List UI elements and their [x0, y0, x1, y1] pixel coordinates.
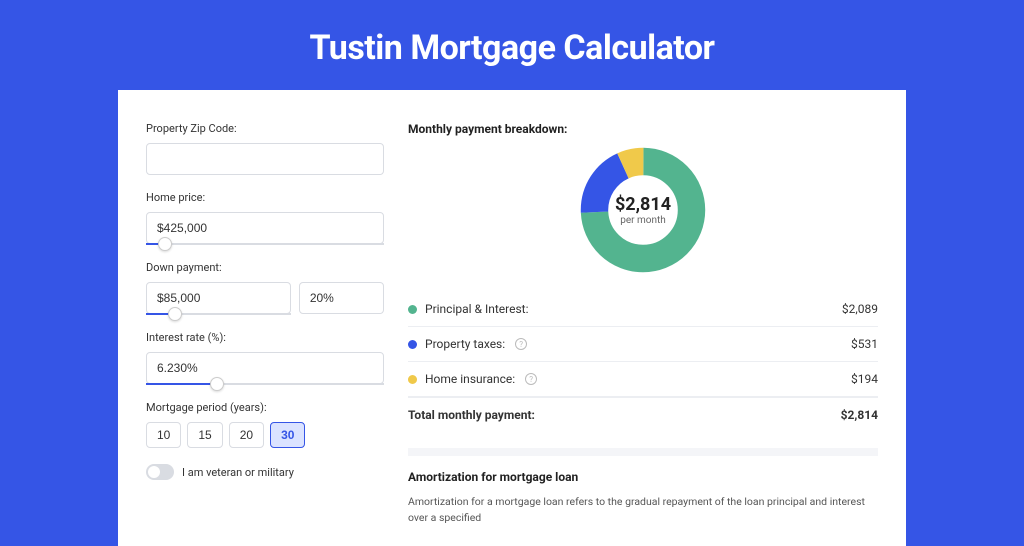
rate-field-group: Interest rate (%):: [146, 331, 384, 385]
zip-label: Property Zip Code:: [146, 122, 384, 135]
rate-slider[interactable]: [146, 383, 384, 385]
total-row: Total monthly payment: $2,814: [408, 397, 878, 432]
rate-slider-thumb[interactable]: [210, 377, 224, 391]
down-slider[interactable]: [146, 313, 291, 315]
amortization-section: Amortization for mortgage loan Amortizat…: [408, 448, 878, 526]
veteran-label: I am veteran or military: [182, 466, 294, 479]
down-pct-input[interactable]: [299, 282, 384, 314]
veteran-row: I am veteran or military: [146, 464, 384, 480]
zip-field-group: Property Zip Code:: [146, 122, 384, 175]
total-value: $2,814: [841, 408, 878, 422]
donut-amount: $2,814: [615, 194, 671, 215]
down-amount-input[interactable]: [146, 282, 291, 314]
period-option-10[interactable]: 10: [146, 422, 181, 448]
price-slider-thumb[interactable]: [158, 237, 172, 251]
amortization-heading: Amortization for mortgage loan: [408, 470, 878, 484]
period-option-20[interactable]: 20: [229, 422, 264, 448]
price-input[interactable]: [146, 212, 384, 244]
veteran-toggle[interactable]: [146, 464, 174, 480]
down-field-group: Down payment:: [146, 261, 384, 315]
period-option-30[interactable]: 30: [270, 422, 305, 448]
breakdown-column: Monthly payment breakdown: $2,814 per mo…: [408, 122, 878, 526]
period-options: 1015 2030: [146, 422, 384, 448]
price-slider[interactable]: [146, 243, 384, 245]
legend-value: $531: [851, 337, 878, 351]
legend-label: Principal & Interest:: [425, 302, 529, 316]
period-field-group: Mortgage period (years): 1015 2030: [146, 401, 384, 448]
page-title: Tustin Mortgage Calculator: [0, 0, 1024, 90]
donut-chart: $2,814 per month: [579, 146, 707, 274]
donut-center: $2,814 per month: [579, 146, 707, 274]
price-label: Home price:: [146, 191, 384, 204]
zip-input[interactable]: [146, 143, 384, 175]
legend-dot: [408, 375, 417, 384]
amortization-text: Amortization for a mortgage loan refers …: [408, 494, 878, 526]
breakdown-heading: Monthly payment breakdown:: [408, 122, 878, 136]
calculator-panel-outer: Property Zip Code: Home price: Down paym…: [118, 90, 906, 546]
legend-label: Property taxes:: [425, 337, 505, 351]
breakdown-legend: Principal & Interest: $2,089 Property taxe…: [408, 292, 878, 397]
legend-dot: [408, 340, 417, 349]
donut-chart-wrap: $2,814 per month: [408, 146, 878, 274]
legend-label: Home insurance:: [425, 372, 515, 386]
inputs-column: Property Zip Code: Home price: Down paym…: [146, 122, 384, 526]
legend-row: Home insurance:? $194: [408, 362, 878, 397]
donut-sub: per month: [620, 215, 666, 226]
period-option-15[interactable]: 15: [187, 422, 222, 448]
period-label: Mortgage period (years):: [146, 401, 384, 414]
legend-value: $2,089: [842, 302, 878, 316]
help-icon[interactable]: ?: [515, 338, 527, 350]
down-slider-thumb[interactable]: [168, 307, 182, 321]
rate-input[interactable]: [146, 352, 384, 384]
veteran-toggle-knob: [148, 466, 160, 478]
legend-row: Principal & Interest: $2,089: [408, 292, 878, 327]
legend-value: $194: [851, 372, 878, 386]
price-field-group: Home price:: [146, 191, 384, 245]
legend-dot: [408, 305, 417, 314]
calculator-card: Property Zip Code: Home price: Down paym…: [118, 90, 906, 546]
rate-slider-fill: [146, 383, 217, 385]
help-icon[interactable]: ?: [525, 373, 537, 385]
total-label: Total monthly payment:: [408, 408, 535, 422]
legend-row: Property taxes:? $531: [408, 327, 878, 362]
down-label: Down payment:: [146, 261, 384, 274]
rate-label: Interest rate (%):: [146, 331, 384, 344]
